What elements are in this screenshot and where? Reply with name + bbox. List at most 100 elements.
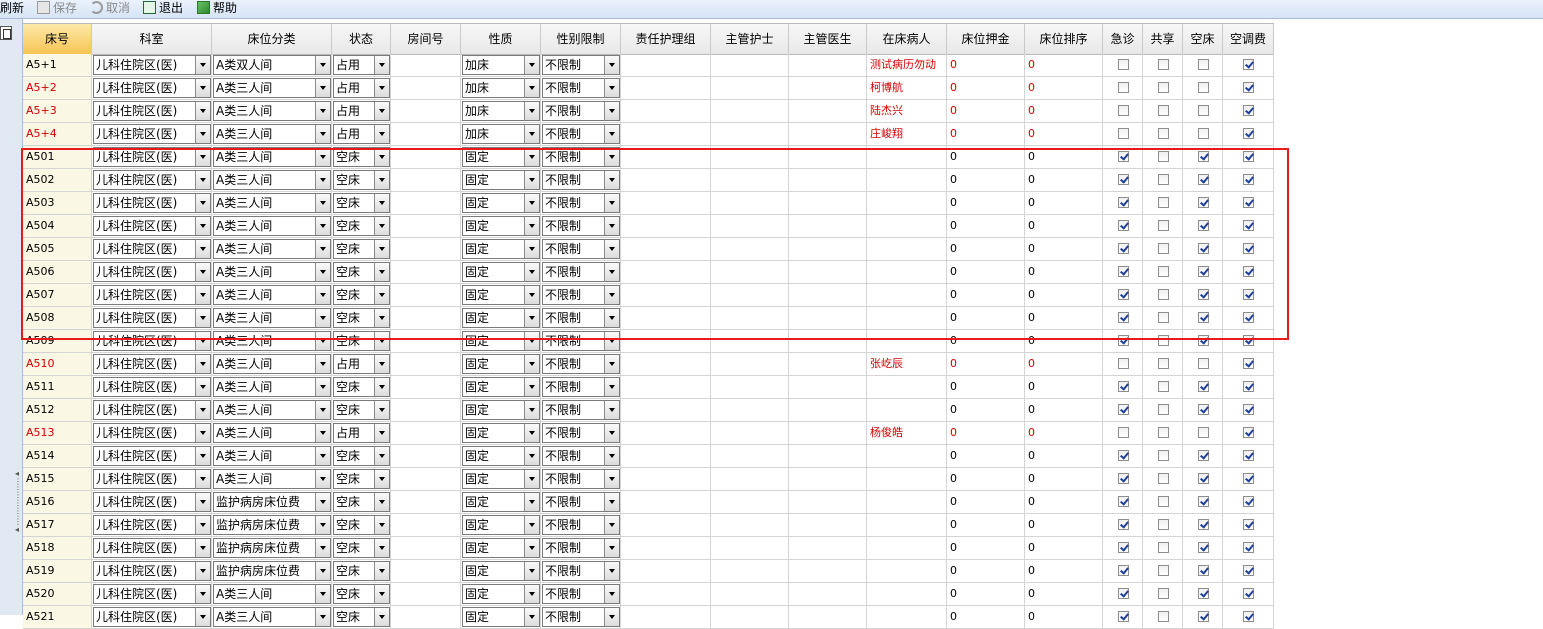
column-header-gender-limit[interactable]: 性别限制 [541,24,621,54]
status-select[interactable]: 空床 [333,446,390,466]
chevron-down-icon[interactable] [604,355,619,373]
bed-order[interactable]: 0 [1025,238,1103,260]
chevron-down-icon[interactable] [374,286,389,304]
empty-bed-checkbox[interactable] [1198,289,1209,300]
bed-category-select[interactable]: A类三人间 [213,377,331,397]
empty-bed-checkbox[interactable] [1198,59,1209,70]
shared-checkbox[interactable] [1158,450,1169,461]
charge-doctor-cell[interactable] [789,445,867,467]
emergency-checkbox[interactable] [1118,174,1129,185]
status-select[interactable]: 空床 [333,239,390,259]
chevron-down-icon[interactable] [195,286,210,304]
nature-select[interactable]: 固定 [462,285,540,305]
empty-bed-checkbox[interactable] [1198,174,1209,185]
nature-select[interactable]: 固定 [462,538,540,558]
chevron-down-icon[interactable] [374,263,389,281]
bed-category-select[interactable]: A类三人间 [213,331,331,351]
bed-deposit[interactable]: 0 [947,284,1025,306]
charge-doctor-cell[interactable] [789,284,867,306]
nature-select[interactable]: 固定 [462,446,540,466]
department-select[interactable]: 儿科住院区(医) [93,55,211,75]
status-select[interactable]: 空床 [333,561,390,581]
chevron-down-icon[interactable] [195,171,210,189]
gender-limit-select[interactable]: 不限制 [542,285,620,305]
chevron-down-icon[interactable] [374,148,389,166]
nursing-group-cell[interactable] [621,468,711,490]
department-select[interactable]: 儿科住院区(医) [93,377,211,397]
chevron-down-icon[interactable] [524,240,539,258]
ac-fee-checkbox[interactable] [1243,335,1254,346]
bed-deposit[interactable]: 0 [947,54,1025,76]
table-row[interactable]: A513 儿科住院区(医) A类三人间 占用 固定 不限制 杨俊皓 0 0 [23,422,1274,445]
bed-order[interactable]: 0 [1025,146,1103,168]
bed-order[interactable]: 0 [1025,422,1103,444]
chevron-down-icon[interactable] [524,401,539,419]
shared-checkbox[interactable] [1158,519,1169,530]
status-select[interactable]: 空床 [333,285,390,305]
chevron-down-icon[interactable] [524,562,539,580]
emergency-checkbox[interactable] [1118,358,1129,369]
ac-fee-checkbox[interactable] [1243,174,1254,185]
bed-order[interactable]: 0 [1025,606,1103,628]
table-row[interactable]: A521 儿科住院区(医) A类三人间 空床 固定 不限制 0 0 [23,606,1274,629]
chevron-down-icon[interactable] [604,286,619,304]
department-select[interactable]: 儿科住院区(医) [93,262,211,282]
bed-number[interactable]: A511 [23,376,92,398]
panel-toggle-icon[interactable] [0,26,12,40]
status-select[interactable]: 空床 [333,170,390,190]
chevron-down-icon[interactable] [524,263,539,281]
charge-nurse-cell[interactable] [711,77,789,99]
nature-select[interactable]: 固定 [462,354,540,374]
column-header-deposit[interactable]: 床位押金 [947,24,1025,54]
department-select[interactable]: 儿科住院区(医) [93,423,211,443]
patient-name[interactable] [867,445,947,467]
patient-name[interactable]: 柯博航 [867,77,947,99]
charge-doctor-cell[interactable] [789,261,867,283]
room-number-cell[interactable] [391,54,461,76]
charge-doctor-cell[interactable] [789,606,867,628]
emergency-checkbox[interactable] [1118,289,1129,300]
bed-category-select[interactable]: A类三人间 [213,78,331,98]
shared-checkbox[interactable] [1158,105,1169,116]
bed-deposit[interactable]: 0 [947,215,1025,237]
bed-category-select[interactable]: A类三人间 [213,308,331,328]
chevron-down-icon[interactable] [315,102,330,120]
empty-bed-checkbox[interactable] [1198,404,1209,415]
bed-order[interactable]: 0 [1025,77,1103,99]
patient-name[interactable] [867,583,947,605]
bed-order[interactable]: 0 [1025,399,1103,421]
empty-bed-checkbox[interactable] [1198,312,1209,323]
chevron-down-icon[interactable] [374,447,389,465]
shared-checkbox[interactable] [1158,59,1169,70]
chevron-down-icon[interactable] [374,194,389,212]
emergency-checkbox[interactable] [1118,542,1129,553]
department-select[interactable]: 儿科住院区(医) [93,584,211,604]
shared-checkbox[interactable] [1158,289,1169,300]
chevron-down-icon[interactable] [604,194,619,212]
department-select[interactable]: 儿科住院区(医) [93,607,211,627]
nature-select[interactable]: 固定 [462,262,540,282]
chevron-down-icon[interactable] [374,171,389,189]
chevron-down-icon[interactable] [374,516,389,534]
column-header-room-no[interactable]: 房间号 [391,24,461,54]
chevron-down-icon[interactable] [195,217,210,235]
status-select[interactable]: 空床 [333,607,390,627]
bed-number[interactable]: A518 [23,537,92,559]
department-select[interactable]: 儿科住院区(医) [93,446,211,466]
gender-limit-select[interactable]: 不限制 [542,55,620,75]
department-select[interactable]: 儿科住院区(医) [93,354,211,374]
chevron-down-icon[interactable] [524,171,539,189]
chevron-down-icon[interactable] [374,125,389,143]
ac-fee-checkbox[interactable] [1243,289,1254,300]
chevron-down-icon[interactable] [195,424,210,442]
nature-select[interactable]: 固定 [462,423,540,443]
ac-fee-checkbox[interactable] [1243,105,1254,116]
shared-checkbox[interactable] [1158,473,1169,484]
bed-deposit[interactable]: 0 [947,514,1025,536]
nature-select[interactable]: 加床 [462,55,540,75]
nursing-group-cell[interactable] [621,330,711,352]
chevron-down-icon[interactable] [315,286,330,304]
bed-deposit[interactable]: 0 [947,399,1025,421]
bed-deposit[interactable]: 0 [947,606,1025,628]
bed-deposit[interactable]: 0 [947,77,1025,99]
